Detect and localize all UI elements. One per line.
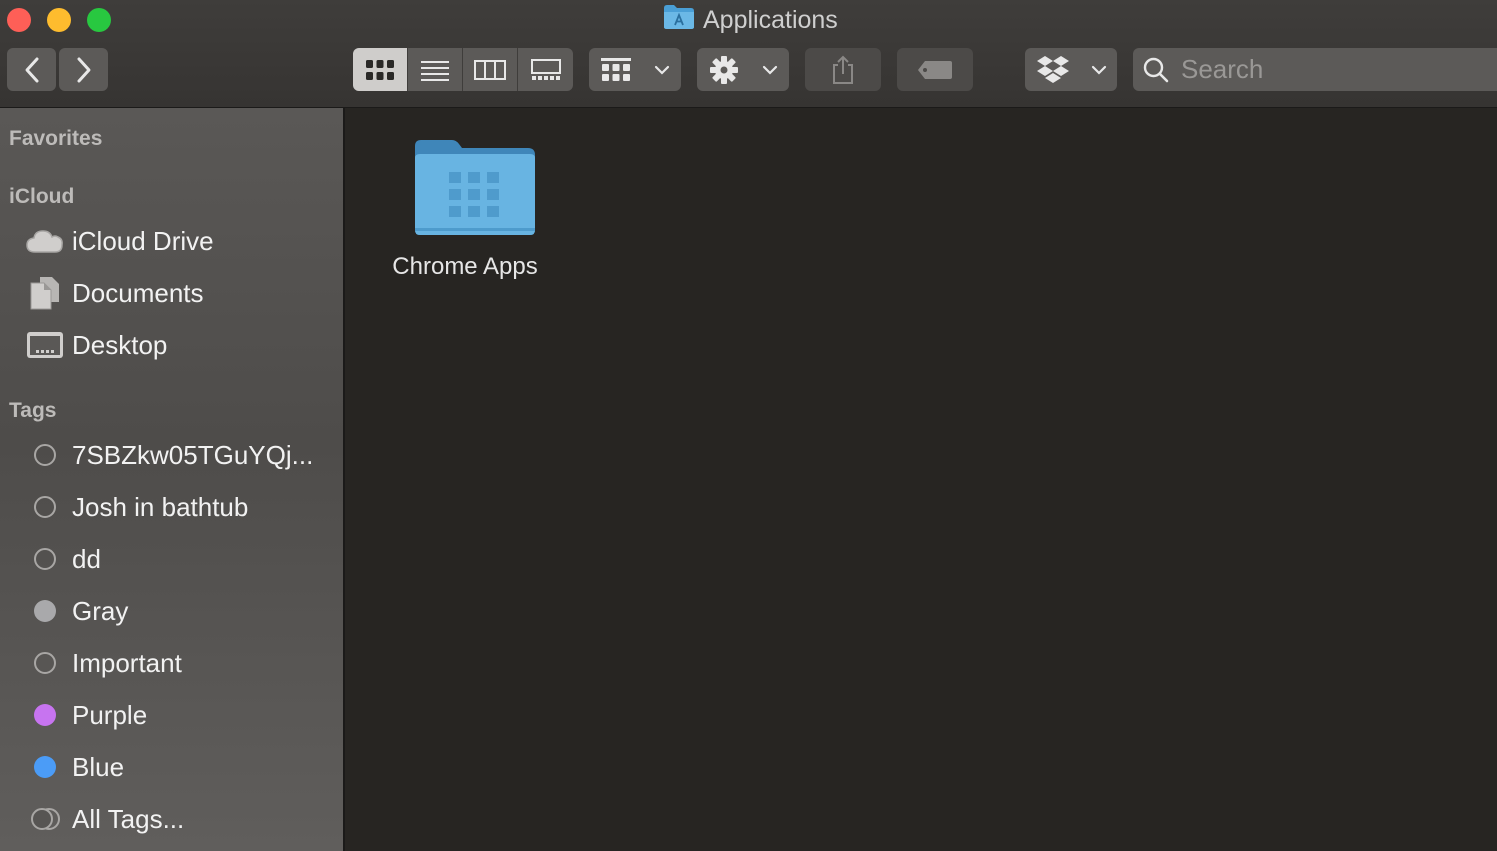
chevron-right-icon (77, 57, 90, 82)
sidebar-all-tags[interactable]: All Tags... (26, 799, 184, 839)
forward-button[interactable] (59, 48, 108, 91)
sidebar-item-label: Purple (72, 699, 148, 730)
chevron-left-icon (25, 57, 38, 82)
folder-icon (414, 140, 535, 235)
share-button[interactable] (805, 48, 881, 91)
tag-purple-dot-icon (34, 704, 56, 726)
search-field[interactable] (1133, 48, 1497, 91)
icloud-section-header[interactable]: iCloud (9, 185, 74, 209)
tag-button[interactable] (897, 48, 973, 91)
cloud-icon (26, 223, 64, 259)
icon-view-button[interactable] (353, 48, 408, 91)
tag-icon (918, 60, 952, 79)
maximize-button[interactable] (87, 8, 111, 32)
sidebar-tag-gray[interactable]: Gray (26, 591, 128, 631)
window-title: Applications (663, 4, 838, 37)
tags-section-header[interactable]: Tags (9, 399, 56, 423)
sidebar-item-label: Gray (72, 595, 129, 626)
sidebar-tag-7sbzkw05tguyqj[interactable]: 7SBZkw05TGuYQj... (26, 435, 313, 475)
sidebar: Favorites iCloud iCloud Drive Documents (0, 108, 345, 851)
group-by-button[interactable] (589, 48, 681, 91)
back-button[interactable] (7, 48, 56, 91)
file-item-label: Chrome Apps (392, 253, 538, 280)
sidebar-item-label: iCloud Drive (72, 225, 214, 256)
sidebar-tag-important[interactable]: Important (26, 643, 182, 683)
grid-icon (366, 59, 394, 80)
columns-icon (474, 59, 506, 80)
sidebar-tag-blue[interactable]: Blue (26, 747, 124, 787)
sidebar-tag-dd[interactable]: dd (26, 539, 101, 579)
all-tags-icon (26, 801, 64, 837)
chevron-down-icon (654, 65, 669, 75)
sidebar-item-desktop[interactable]: Desktop (26, 325, 167, 365)
favorites-section-header[interactable]: Favorites (9, 127, 102, 151)
minimize-button[interactable] (47, 8, 71, 32)
gallery-view-button[interactable] (518, 48, 573, 91)
group-grid-icon (600, 57, 631, 81)
file-browser[interactable]: Chrome Apps (345, 108, 1497, 851)
share-icon (833, 55, 853, 84)
window-title-text: Applications (703, 5, 838, 34)
close-button[interactable] (7, 8, 31, 32)
documents-icon (26, 275, 64, 311)
sidebar-item-documents[interactable]: Documents (26, 273, 204, 313)
tag-gray-dot-icon (34, 600, 56, 622)
search-icon (1143, 57, 1169, 82)
search-input[interactable] (1179, 53, 1483, 86)
applications-folder-icon (663, 4, 695, 37)
sidebar-tag-josh-in-bathtub[interactable]: Josh in bathtub (26, 487, 248, 527)
list-view-button[interactable] (408, 48, 463, 91)
chevron-down-icon (1091, 65, 1106, 75)
view-mode-control (353, 48, 573, 91)
toolbar: Applications (0, 0, 1497, 108)
tag-blue-dot-icon (34, 756, 56, 778)
sidebar-item-label: Documents (72, 277, 204, 308)
sidebar-item-label: Desktop (72, 329, 168, 360)
file-item-chrome-apps[interactable]: Chrome Apps (385, 138, 545, 281)
dropbox-icon (1036, 55, 1069, 83)
dropbox-button[interactable] (1025, 48, 1117, 91)
gallery-icon (530, 58, 561, 80)
gear-icon (709, 55, 738, 84)
chevron-down-icon (762, 65, 777, 75)
column-view-button[interactable] (463, 48, 518, 91)
desktop-icon (26, 327, 64, 363)
list-icon (421, 60, 449, 81)
sidebar-item-label: 7SBZkw05TGuYQj... (72, 439, 314, 470)
tag-circle-icon (34, 496, 56, 518)
sidebar-item-label: Important (72, 647, 182, 678)
tag-circle-icon (34, 548, 56, 570)
sidebar-item-label: All Tags... (72, 803, 185, 834)
tag-circle-icon (34, 444, 56, 466)
sidebar-item-label: Blue (72, 751, 125, 782)
sidebar-item-label: dd (72, 543, 101, 574)
action-button[interactable] (697, 48, 789, 91)
sidebar-item-icloud-drive[interactable]: iCloud Drive (26, 221, 214, 261)
tag-circle-icon (34, 652, 56, 674)
sidebar-tag-purple[interactable]: Purple (26, 695, 147, 735)
sidebar-item-label: Josh in bathtub (72, 491, 249, 522)
